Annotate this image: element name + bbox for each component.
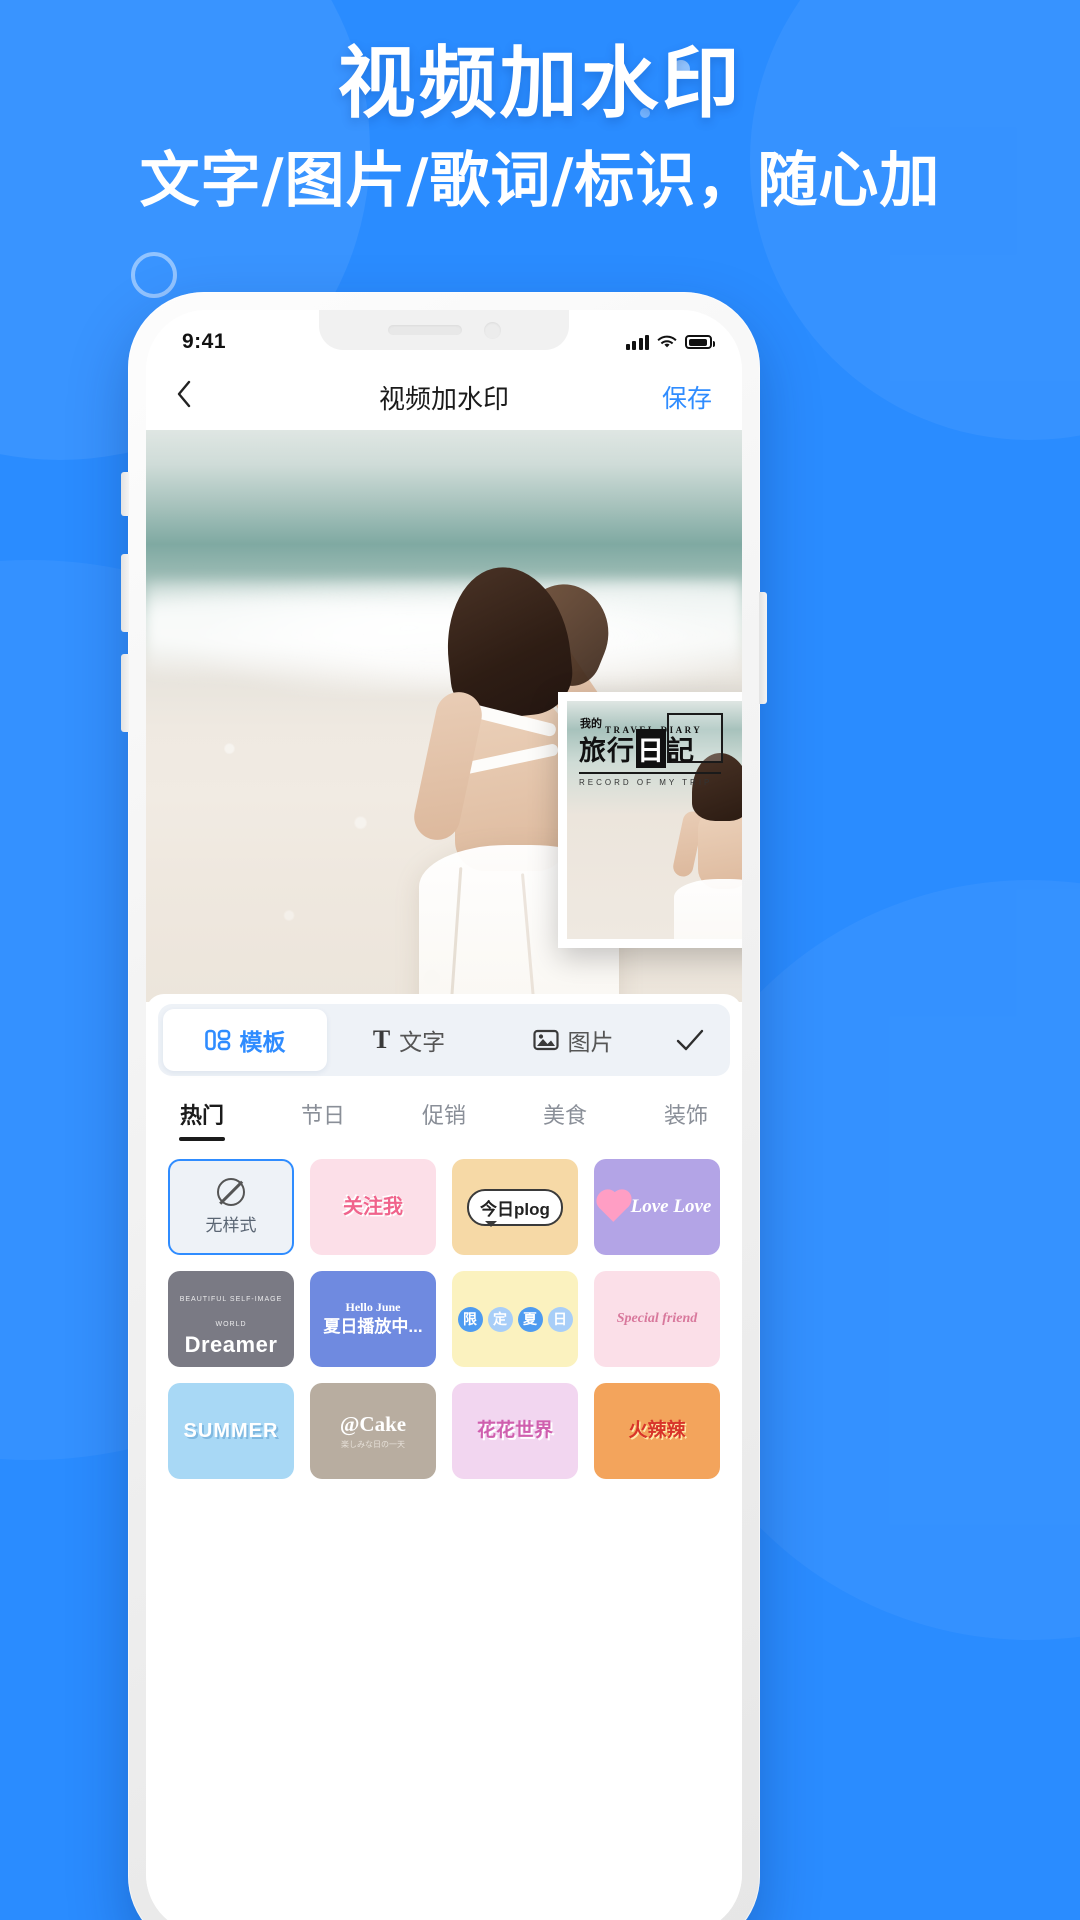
watermark-title-cn-highlight: 日 — [636, 729, 666, 768]
battery-icon — [685, 335, 715, 349]
template-grid: 无样式 关注我 今日plog Love Love BEAUTIFUL SELF-… — [146, 1141, 742, 1479]
template-item-love-love[interactable]: Love Love — [594, 1159, 720, 1255]
editor-tabs: 模板 T 文字 图片 — [158, 1004, 730, 1076]
template-item-summer[interactable]: SUMMER — [168, 1383, 294, 1479]
chevron-left-icon — [177, 380, 191, 408]
template-label: 今日plog — [467, 1188, 563, 1227]
app-nav-bar: 视频加水印 保存 — [146, 364, 742, 430]
save-button[interactable]: 保存 — [652, 379, 712, 415]
mute-switch[interactable] — [121, 472, 129, 516]
template-item-dreamer[interactable]: BEAUTIFUL SELF-IMAGE WORLD Dreamer — [168, 1271, 294, 1367]
tab-text-label: 文字 — [399, 1029, 446, 1055]
template-item-no-style[interactable]: 无样式 — [168, 1159, 294, 1255]
phone-mockup: 9:41 视频加水印 保存 我的 TRAVEL DIARY 旅行 日 記 REC… — [121, 292, 767, 1920]
template-sublabel: BEAUTIFUL SELF-IMAGE WORLD — [179, 1296, 283, 1329]
category-tab-hot[interactable]: 热门 — [180, 1098, 224, 1141]
template-char: 定 — [487, 1306, 513, 1332]
front-camera-icon — [483, 321, 501, 339]
heart-icon — [598, 1192, 629, 1222]
check-icon — [676, 1029, 704, 1051]
status-indicators — [625, 334, 715, 350]
template-item-follow-me[interactable]: 关注我 — [310, 1159, 436, 1255]
template-sublabel: Hello June — [345, 1300, 401, 1315]
template-label: Special friend — [616, 1310, 698, 1326]
status-time: 9:41 — [182, 330, 227, 353]
template-item-special-friend[interactable]: Special friend — [594, 1271, 720, 1367]
template-char: 限 — [457, 1306, 483, 1332]
template-item-today-plog[interactable]: 今日plog — [452, 1159, 578, 1255]
tab-template-label: 模板 — [239, 1029, 286, 1055]
phone-screen: 9:41 视频加水印 保存 我的 TRAVEL DIARY 旅行 日 記 REC… — [146, 310, 742, 1920]
promo-headline: 视频加水印 文字/图片/歌词/标识，随心加 — [0, 39, 1080, 216]
earpiece-speaker-icon — [387, 325, 462, 335]
watermark-title-cn: 旅行日記 — [579, 729, 729, 768]
back-button[interactable] — [176, 380, 236, 414]
template-char: 夏 — [517, 1306, 543, 1332]
template-sublabel: 楽しみな日の一天 — [341, 1440, 405, 1450]
template-grid-icon — [204, 1028, 231, 1052]
category-tab-decoration[interactable]: 装饰 — [664, 1098, 708, 1141]
watermark-text-block: 我的 TRAVEL DIARY 旅行日記 RECORD OF MY TRIP — [579, 713, 729, 787]
power-button[interactable] — [759, 592, 767, 704]
watermark-card-photo: 我的 TRAVEL DIARY 旅行日記 RECORD OF MY TRIP — [567, 701, 742, 939]
template-label: 关注我 — [343, 1195, 403, 1218]
promo-title: 视频加水印 — [337, 39, 743, 129]
category-tab-festival[interactable]: 节日 — [301, 1098, 345, 1141]
image-icon — [532, 1029, 559, 1051]
wifi-icon — [657, 335, 677, 348]
template-char: 日 — [547, 1306, 573, 1332]
template-label: Love Love — [630, 1196, 712, 1218]
watermark-torso — [698, 809, 742, 890]
template-label: SUMMER — [183, 1419, 279, 1442]
category-tabs: 热门 节日 促销 美食 装饰 — [146, 1076, 742, 1141]
editor-panel: 模板 T 文字 图片 热门 节日 促销 美食 装饰 无样式 关注我 今日plog… — [146, 994, 742, 1920]
page-title: 视频加水印 — [378, 383, 509, 414]
volume-down-button[interactable] — [121, 654, 129, 732]
watermark-side-text: 我的 — [580, 718, 602, 730]
template-item-summer-playing[interactable]: Hello June 夏日播放中... — [310, 1271, 436, 1367]
watermark-title-cn-b: 記 — [667, 736, 695, 767]
template-label: 火辣辣 — [628, 1420, 686, 1442]
template-label: 无样式 — [205, 1216, 257, 1235]
tab-image-label: 图片 — [567, 1029, 614, 1055]
category-tab-promotion[interactable]: 促销 — [422, 1098, 466, 1141]
template-item-flower[interactable]: 花花世界 — [452, 1383, 578, 1479]
template-label: Dreamer — [184, 1331, 278, 1357]
template-label: 夏日播放中... — [323, 1317, 423, 1337]
template-item-spicy[interactable]: 火辣辣 — [594, 1383, 720, 1479]
volume-up-button[interactable] — [121, 554, 129, 632]
tab-image[interactable]: 图片 — [491, 1009, 655, 1071]
template-label: 花花世界 — [476, 1420, 553, 1442]
no-style-icon — [217, 1178, 245, 1206]
category-tab-food[interactable]: 美食 — [543, 1098, 587, 1141]
text-t-icon: T — [372, 1025, 391, 1054]
tab-text[interactable]: T 文字 — [327, 1009, 491, 1071]
template-label: @Cake — [339, 1411, 407, 1436]
watermark-card[interactable]: 我的 TRAVEL DIARY 旅行日記 RECORD OF MY TRIP — [558, 692, 742, 948]
cellular-signal-icon — [625, 334, 649, 350]
watermark-skirt — [674, 879, 742, 939]
promo-subtitle: 文字/图片/歌词/标识，随心加 — [139, 145, 941, 216]
template-item-limited-summer[interactable]: 限 定 夏 日 — [452, 1271, 578, 1367]
phone-notch — [319, 310, 569, 350]
watermark-footer-text: RECORD OF MY TRIP — [579, 778, 713, 787]
tab-template[interactable]: 模板 — [163, 1009, 327, 1071]
watermark-title-cn-a: 旅行 — [579, 736, 635, 767]
watermark-divider — [579, 772, 721, 774]
template-label-wrap: BEAUTIFUL SELF-IMAGE WORLD Dreamer — [168, 1281, 294, 1357]
video-preview[interactable]: 我的 TRAVEL DIARY 旅行日記 RECORD OF MY TRIP — [146, 430, 742, 1002]
decorative-ring — [131, 252, 177, 298]
confirm-button[interactable] — [655, 1028, 725, 1052]
template-item-cake[interactable]: @Cake 楽しみな日の一天 — [310, 1383, 436, 1479]
